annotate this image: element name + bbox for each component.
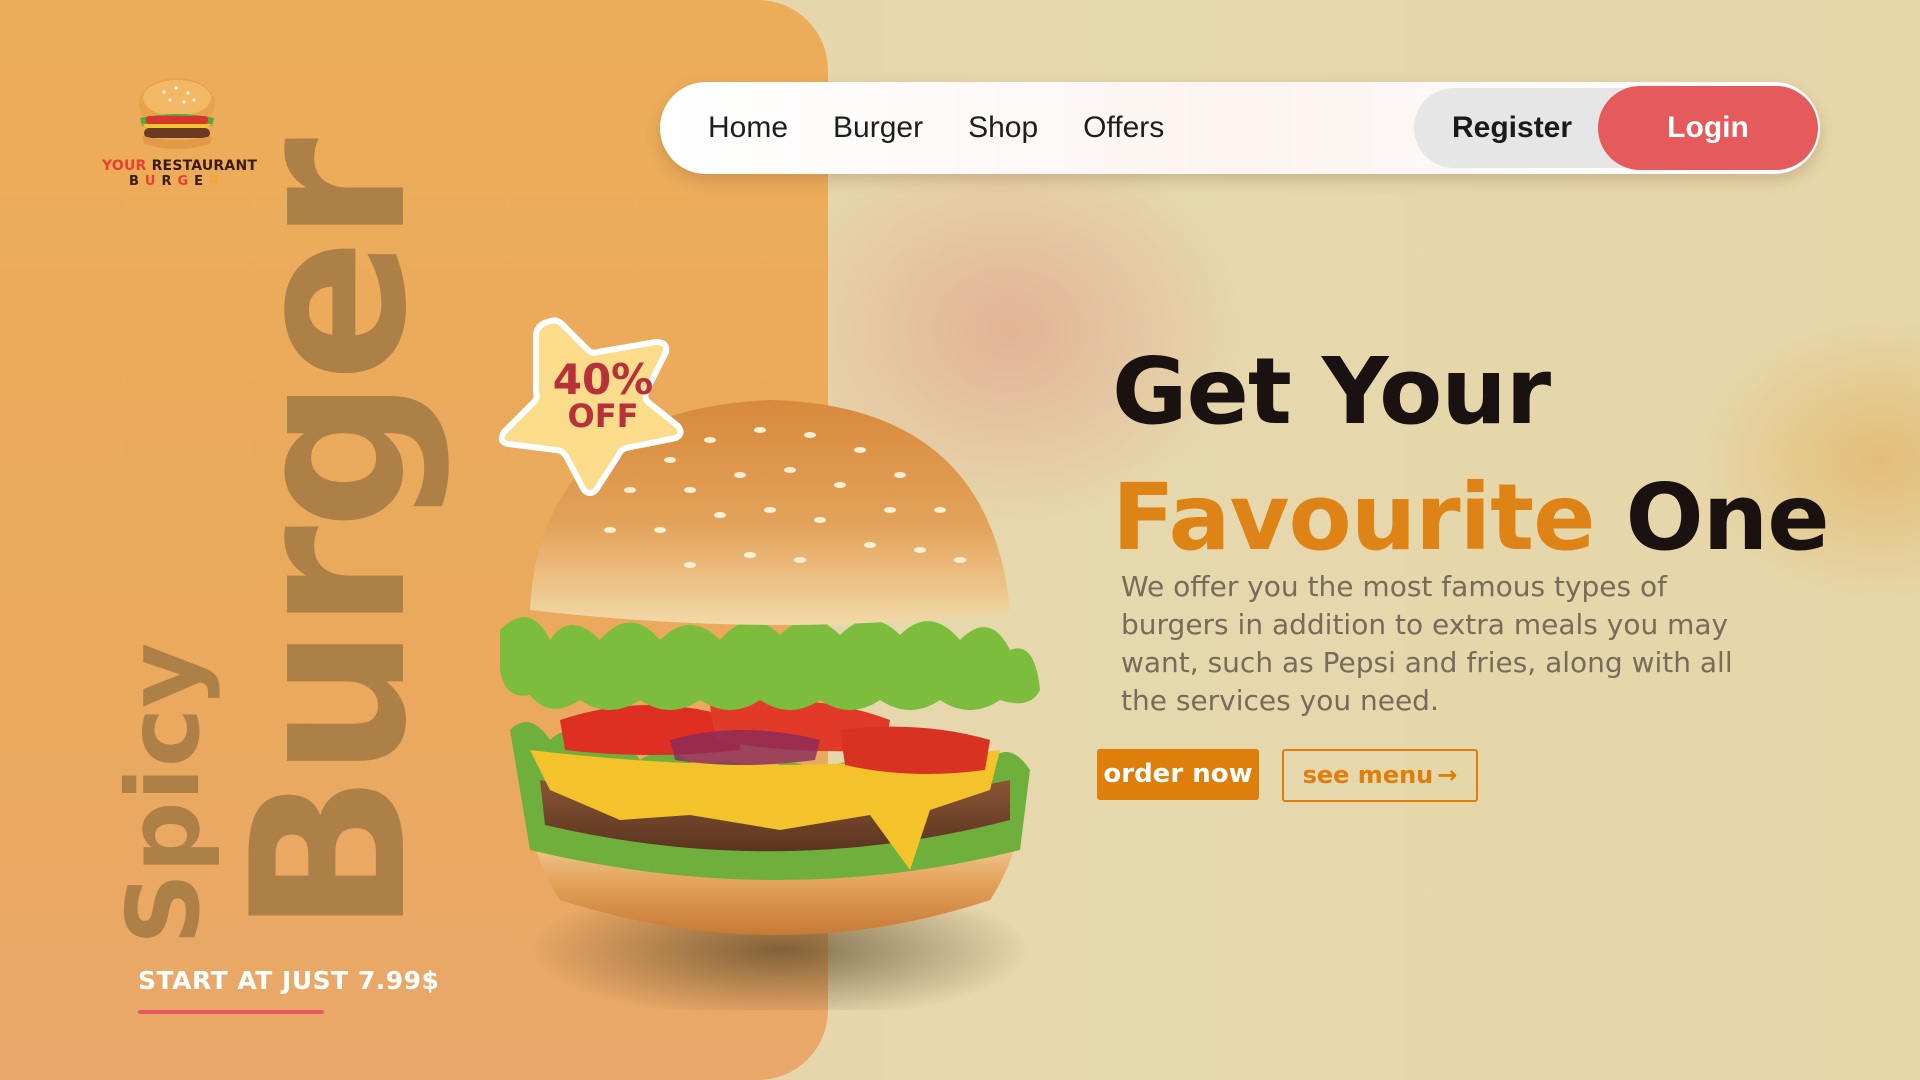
see-menu-button[interactable]: see menu → — [1282, 749, 1478, 802]
nav-item-shop[interactable]: Shop — [968, 111, 1038, 145]
order-now-button[interactable]: order now — [1097, 749, 1259, 800]
see-menu-label: see menu — [1302, 761, 1434, 789]
login-button[interactable]: Login — [1598, 86, 1818, 170]
nav-item-burger[interactable]: Burger — [833, 111, 923, 145]
hero-heading-line2: Favourite One — [1112, 464, 1830, 571]
nav-item-home[interactable]: Home — [708, 111, 788, 145]
vertical-text-spicy: Spicy — [105, 642, 222, 945]
arrow-right-icon: → — [1437, 761, 1458, 789]
vertical-text-burger: Burger — [206, 141, 453, 935]
landing-page: YOUR RESTAURANT BURGER Home Burger Shop … — [0, 0, 1920, 1080]
hero-heading-line1: Get Your — [1112, 338, 1551, 445]
hero-heading-accent: Favourite — [1112, 464, 1595, 571]
discount-percent: 40% — [552, 355, 654, 404]
nav-links: Home Burger Shop Offers — [708, 82, 1164, 174]
auth-buttons: Register Login — [1414, 82, 1820, 174]
hero-heading-rest: One — [1625, 464, 1830, 571]
price-underline — [138, 1010, 324, 1014]
hero-description: We offer you the most famous types of bu… — [1121, 570, 1733, 717]
discount-badge-text: 40% OFF — [548, 355, 658, 435]
nav-item-offers[interactable]: Offers — [1083, 111, 1164, 145]
price-text: START AT JUST 7.99$ — [138, 966, 440, 995]
top-navbar: Home Burger Shop Offers Register Login — [660, 82, 1820, 174]
